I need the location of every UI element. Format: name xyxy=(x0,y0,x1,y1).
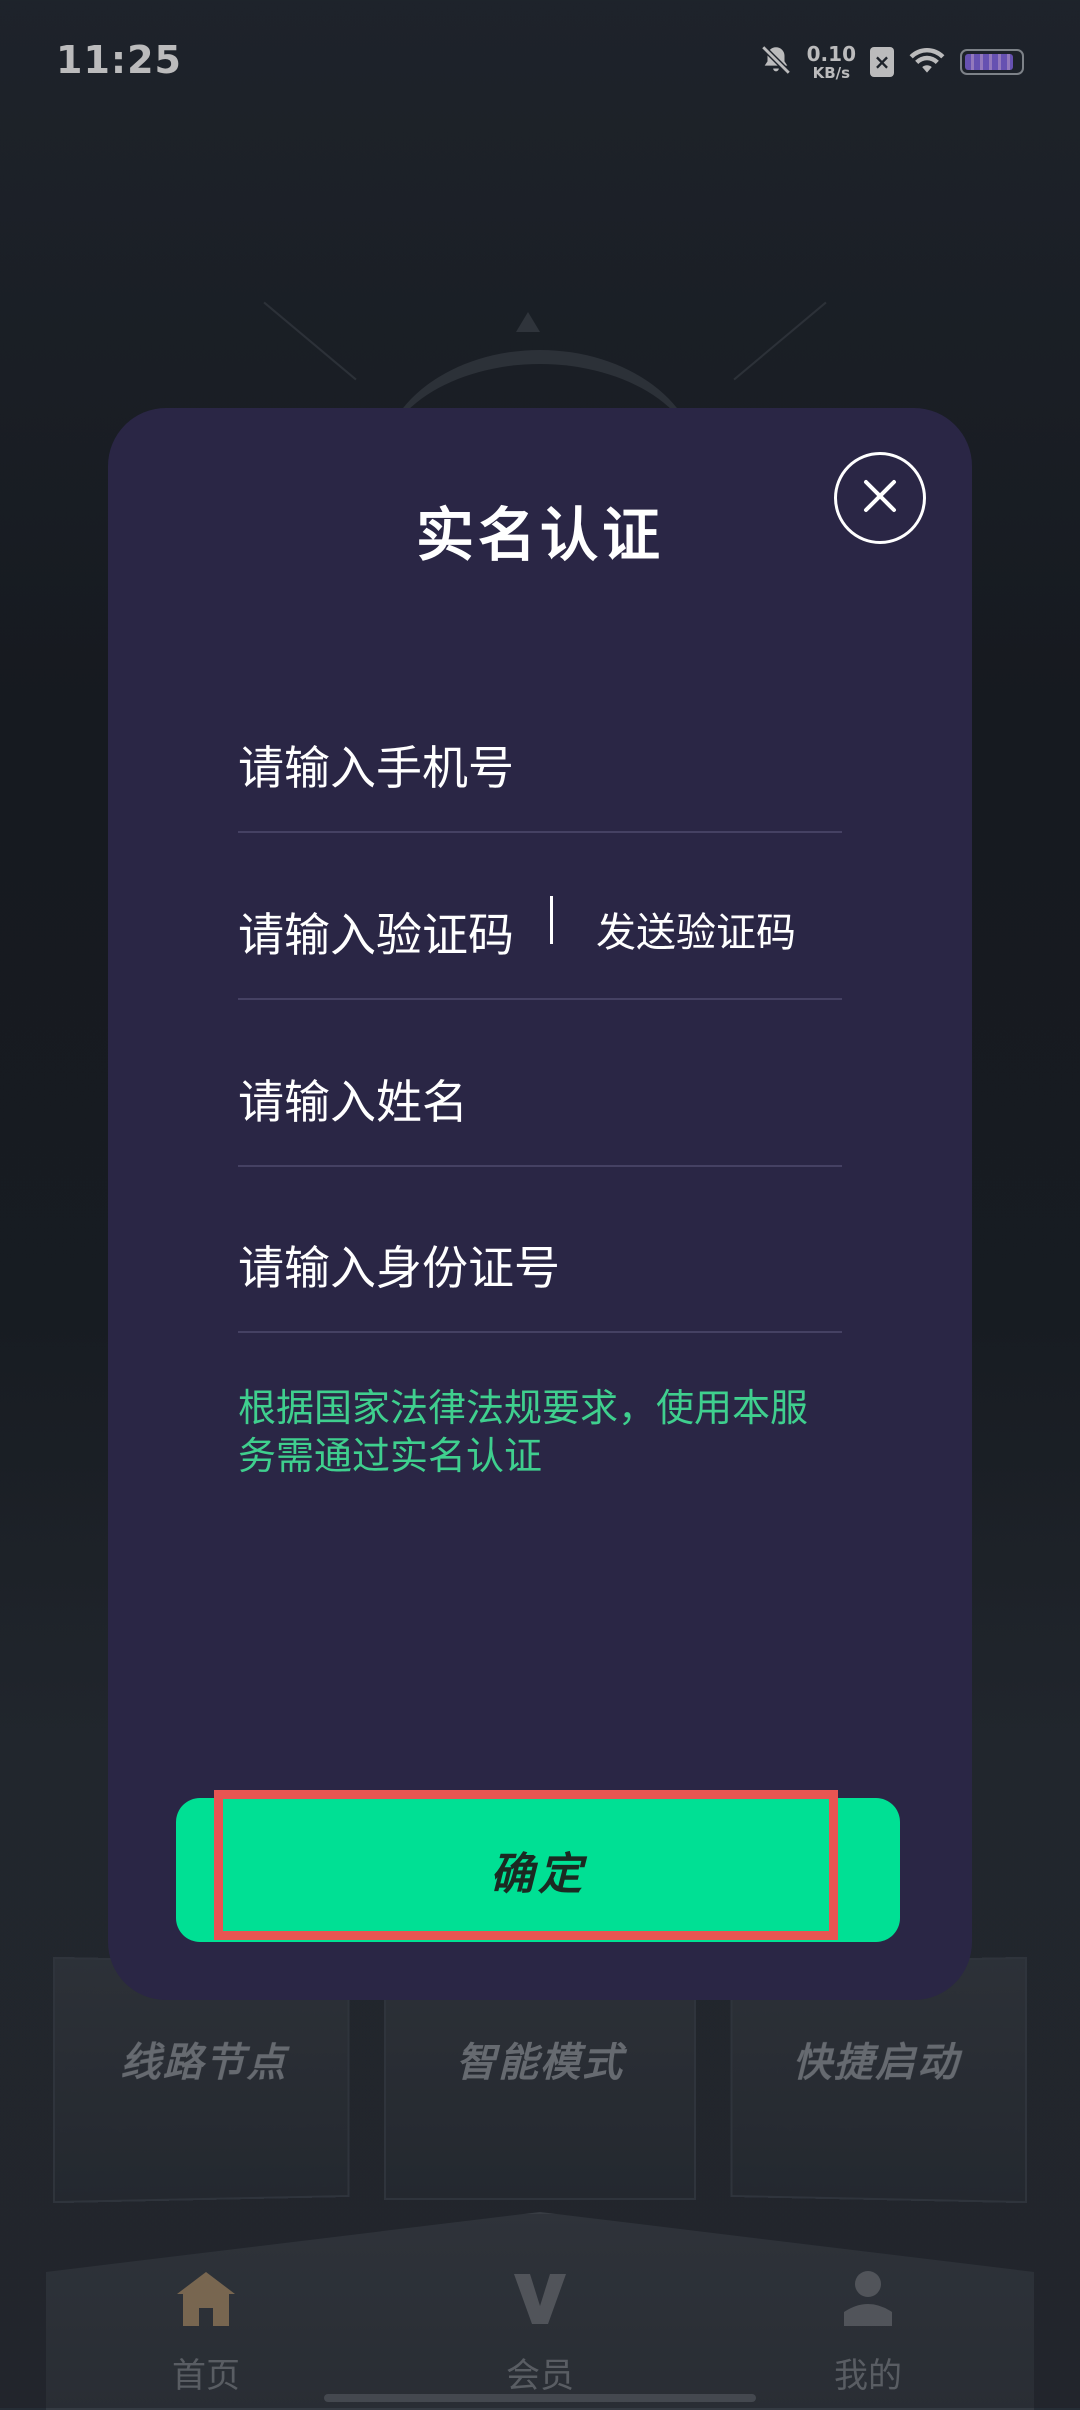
close-icon xyxy=(861,477,899,519)
phone-input[interactable] xyxy=(238,741,658,795)
name-field xyxy=(238,1000,842,1167)
field-divider xyxy=(550,896,553,944)
id-number-input[interactable] xyxy=(238,1241,658,1295)
legal-notice: 根据国家法律法规要求，使用本服务需通过实名认证 xyxy=(238,1386,809,1478)
send-code-button[interactable]: 发送验证码 xyxy=(596,900,796,958)
name-input[interactable] xyxy=(238,1075,658,1129)
id-number-field xyxy=(238,1166,842,1333)
verification-code-input[interactable] xyxy=(238,908,528,962)
code-field: 发送验证码 xyxy=(238,833,842,1000)
confirm-button[interactable]: 确定 xyxy=(176,1798,900,1942)
real-name-auth-dialog: 实名认证 发送验证码 根据国家法律法规要求，使用本服务需通过实名认证 确定 xyxy=(108,408,972,2000)
close-button[interactable] xyxy=(834,452,926,544)
phone-field xyxy=(238,666,842,833)
confirm-label: 确定 xyxy=(490,1849,586,1900)
